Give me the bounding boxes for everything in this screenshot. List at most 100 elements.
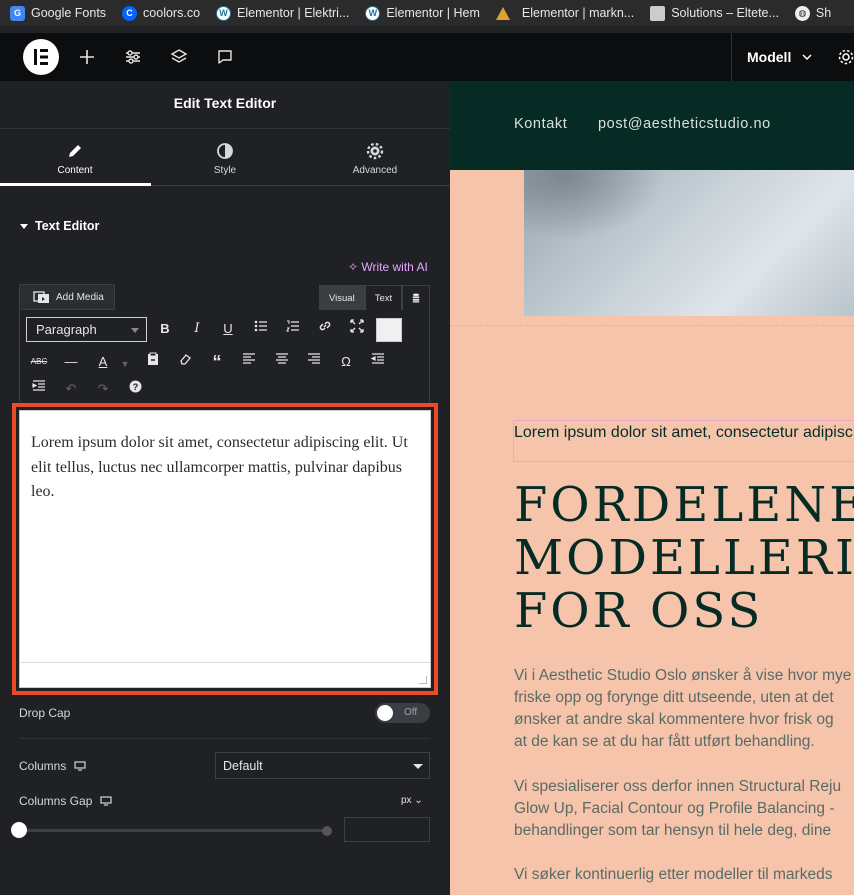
bookmark-solutions[interactable]: Solutions – Eltete... <box>650 5 779 21</box>
panel-tabs: Content Style Advanced <box>0 128 450 186</box>
text-color-dropdown-icon[interactable]: ▼ <box>113 352 137 376</box>
nav-link-email[interactable]: post@aestheticstudio.no <box>598 116 771 132</box>
text-editor-area[interactable]: Lorem ipsum dolor sit amet, consectetur … <box>19 410 431 688</box>
paste-text-icon[interactable] <box>141 350 165 374</box>
plus-icon[interactable] <box>77 47 97 67</box>
add-media-button[interactable]: Add Media <box>19 284 115 310</box>
desktop-icon[interactable] <box>100 796 112 806</box>
coolors-icon: C <box>122 5 138 21</box>
help-icon[interactable]: ? <box>123 377 147 401</box>
align-center-icon[interactable] <box>270 350 294 374</box>
bookmark-elementor-markn[interactable]: Elementor | markn... <box>495 6 634 20</box>
preview-paragraph[interactable]: Vi spesialiserer oss derfor innen Struct… <box>514 776 841 842</box>
bookmark-sh[interactable]: ◍ Sh <box>794 5 831 21</box>
fullscreen-icon[interactable] <box>345 317 369 341</box>
hero-image <box>524 170 854 316</box>
editor-content[interactable]: Lorem ipsum dolor sit amet, consectetur … <box>20 411 430 505</box>
elementor-triangle-icon <box>495 6 510 20</box>
bullet-list-icon[interactable] <box>249 317 273 341</box>
topbar-divider <box>731 33 732 81</box>
section-toggle-text-editor[interactable]: Text Editor <box>20 219 99 233</box>
toolbar-toggle-button[interactable] <box>376 318 402 342</box>
bookmark-elementor-hem[interactable]: W Elementor | Hem <box>365 5 480 21</box>
sliders-icon[interactable] <box>123 47 143 67</box>
layers-icon[interactable] <box>169 47 189 67</box>
format-select[interactable]: Paragraph <box>26 317 147 342</box>
elementor-logo-icon[interactable] <box>23 39 59 75</box>
bookmark-coolors[interactable]: Ccoolors.co <box>122 5 200 21</box>
preview-paragraph[interactable]: Vi i Aesthetic Studio Oslo ønsker å vise… <box>514 665 851 753</box>
columns-gap-slider-handle[interactable] <box>11 822 27 838</box>
tab-advanced[interactable]: Advanced <box>300 129 450 185</box>
bookmarks-bar: G Google Fonts Ccoolors.co W Elementor | E… <box>0 0 854 26</box>
desktop-icon[interactable] <box>74 761 86 771</box>
italic-icon[interactable]: I <box>185 317 209 341</box>
contrast-icon <box>217 143 233 159</box>
align-left-icon[interactable] <box>237 350 261 374</box>
tab-text[interactable]: Text <box>364 285 403 311</box>
columns-gap-label: Columns Gap <box>19 794 112 808</box>
undo-icon[interactable]: ↶ <box>59 377 83 401</box>
tab-style[interactable]: Style <box>150 129 300 185</box>
tab-visual[interactable]: Visual <box>319 285 365 311</box>
divider <box>19 738 430 739</box>
write-with-ai-link[interactable]: ✧ Write with AI <box>348 260 428 274</box>
align-right-icon[interactable] <box>302 350 326 374</box>
editor-mode-tabs: Visual Text <box>319 285 431 311</box>
drop-cap-label: Drop Cap <box>19 706 71 720</box>
numbered-list-icon[interactable] <box>281 317 305 341</box>
section-guide-line <box>450 325 854 326</box>
preview-lorem-text[interactable]: Lorem ipsum dolor sit amet, consectetur … <box>514 424 854 442</box>
outdent-icon[interactable] <box>366 350 390 374</box>
text-color-icon[interactable]: A <box>91 350 115 374</box>
caret-down-icon <box>20 223 28 229</box>
page-icon <box>650 5 666 21</box>
settings-gear-icon[interactable] <box>837 48 854 66</box>
switch-state-label: Off <box>404 707 418 718</box>
strikethrough-icon[interactable]: ABC <box>27 350 51 374</box>
bold-icon[interactable]: B <box>153 317 177 341</box>
redo-icon[interactable]: ↷ <box>91 377 115 401</box>
link-icon[interactable] <box>313 317 337 341</box>
special-character-icon[interactable]: Ω <box>334 350 358 374</box>
columns-gap-input[interactable] <box>344 817 430 842</box>
horizontal-line-icon[interactable]: — <box>59 350 83 374</box>
editor-statusbar <box>20 662 430 687</box>
switch-knob <box>377 705 393 721</box>
columns-gap-slider-track[interactable] <box>19 829 332 832</box>
comments-icon[interactable] <box>215 47 235 67</box>
panel-title: Edit Text Editor <box>173 95 277 111</box>
tab-content[interactable]: Content <box>0 129 151 186</box>
page-name-label[interactable]: Modell <box>747 49 791 65</box>
resize-handle[interactable] <box>419 676 427 684</box>
wordpress-icon: W <box>365 5 381 21</box>
nav-link-kontakt[interactable]: Kontakt <box>514 116 567 132</box>
editor-topbar: Modell <box>0 33 854 81</box>
blockquote-icon[interactable]: “ <box>205 350 229 374</box>
drop-cap-switch[interactable]: Off <box>375 703 430 723</box>
bookmark-elementor-elektri[interactable]: W Elementor | Elektri... <box>216 5 349 21</box>
preview-heading[interactable]: FORDELENE VED MODELLERING FOR OSS <box>514 479 854 638</box>
database-icon[interactable] <box>402 285 431 311</box>
columns-select[interactable]: Default <box>215 752 430 779</box>
media-icon <box>33 291 49 303</box>
preview-paragraph[interactable]: Vi søker kontinuerlig etter modeller til… <box>514 864 832 886</box>
svg-text:?: ? <box>132 382 138 392</box>
bookmark-google-fonts[interactable]: G Google Fonts <box>10 5 106 21</box>
preview-header: Kontakt post@aestheticstudio.no <box>450 81 854 170</box>
google-fonts-icon: G <box>10 5 25 21</box>
select-caret-icon <box>413 764 423 769</box>
slider-end-marker <box>322 826 332 836</box>
unit-selector[interactable]: px ⌄ <box>401 795 423 806</box>
wordpress-icon: W <box>216 5 232 21</box>
columns-label: Columns <box>19 759 86 773</box>
indent-icon[interactable] <box>27 377 51 401</box>
underline-icon[interactable]: U <box>216 317 240 341</box>
chevron-down-icon[interactable] <box>801 51 813 63</box>
page-preview: Kontakt post@aestheticstudio.no Lorem ip… <box>450 81 854 895</box>
editor-toolbar: Paragraph B I U ABC — A ▼ “ Ω ↶ ↷ ? <box>19 310 430 402</box>
gear-icon <box>366 142 384 160</box>
clear-formatting-icon[interactable] <box>173 350 197 374</box>
editor-highlight-frame: Lorem ipsum dolor sit amet, consectetur … <box>12 403 438 695</box>
select-caret-icon <box>131 328 139 333</box>
